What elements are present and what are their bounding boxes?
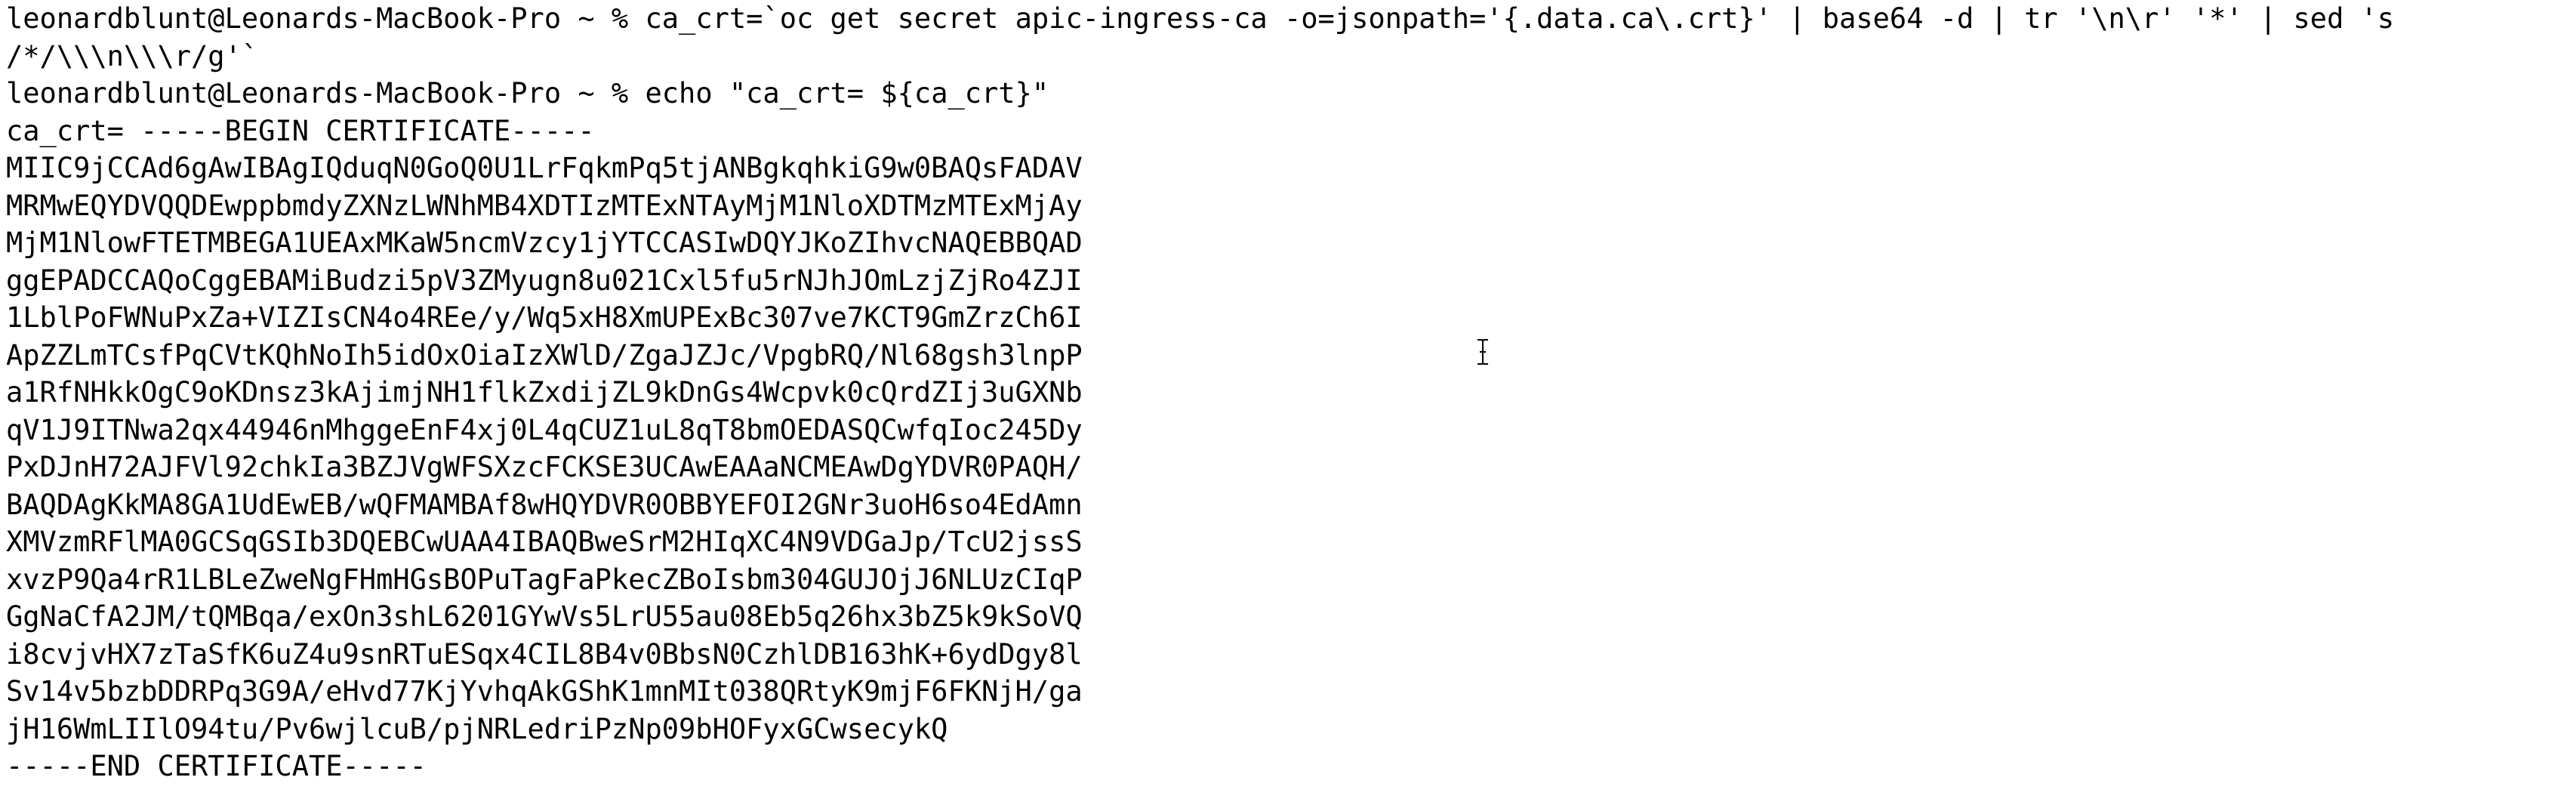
command-continuation: /*/\\\n\\\r/g'` [6,39,259,72]
shell-prompt: leonardblunt@Leonards-MacBook-Pro ~ % [6,77,629,109]
output-line: a1RfNHkkOgC9oKDnsz3kAjimjNH1flkZxdijZL9k… [6,376,1083,409]
output-line: MjM1NlowFTETMBEGA1UEAxMKaW5ncmVzcy1jYTCC… [6,227,1083,259]
output-line: xvzP9Qa4rR1LBLeZweNgFHmHGsBOPuTagFaPkecZ… [6,563,1083,596]
ibeam-cursor-icon [1478,339,1488,365]
output-line: ApZZLmTCsfPqCVtKQhNoIh5idOxOiaIzXWlD/Zga… [6,338,1083,372]
output-line: jH16WmLIIlO94tu/Pv6wjlcuB/pjNRLedriPzNp0… [6,712,948,745]
output-line: qV1J9ITNwa2qx44946nMhggeEnF4xj0L4qCUZ1uL… [6,413,1083,446]
output-line: ggEPADCCAQoCggEBAMiBudzi5pV3ZMyugn8u021C… [6,264,1083,297]
command-line-1: leonardblunt@Leonards-MacBook-Pro ~ % ca… [6,0,2576,38]
output-line: ca_crt= -----BEGIN CERTIFICATE----- [6,114,595,147]
command-text: ca_crt=`oc get secret apic-ingress-ca -o… [645,2,2395,35]
output-line: XMVzmRFlMA0GCSqGSIb3DQEBCwUAA4IBAQBweSrM… [6,526,1083,558]
command-text: echo "ca_crt= ${ca_crt}" [645,77,1049,109]
output-line: i8cvjvHX7zTaSfK6uZ4u9snRTuESqx4CIL8B4v0B… [6,637,1083,671]
output-line: GgNaCfA2JM/tQMBqa/exOn3shL6201GYwVs5LrU5… [6,600,1083,633]
terminal-window[interactable]: leonardblunt@Leonards-MacBook-Pro ~ % ca… [0,0,2576,805]
output-line: BAQDAgKkMA8GA1UdEwEB/wQFMAMBAf8wHQYDVR0O… [6,488,1083,521]
output-line: MRMwEQYDVQQDEwppbmdyZXNzLWNhMB4XDTIzMTEx… [6,189,1083,222]
shell-prompt: leonardblunt@Leonards-MacBook-Pro ~ % [6,2,629,35]
output-line: 1LblPoFWNuPxZa+VIZIsCN4o4REe/y/Wq5xH8XmU… [6,301,1083,334]
command-line-2: leonardblunt@Leonards-MacBook-Pro ~ % ec… [6,75,2576,113]
output-line: PxDJnH72AJFVl92chkIa3BZJVgWFSXzcFCKSE3UC… [6,451,1083,483]
output-line: MIIC9jCCAd6gAwIBAgIQduqN0GoQ0U1LrFqkmPq5… [6,152,1083,184]
output-line: -----END CERTIFICATE----- [6,750,427,782]
output-line: Sv14v5bzbDDRPq3G9A/eHvd77KjYvhqAkGShK1mn… [6,675,1083,708]
